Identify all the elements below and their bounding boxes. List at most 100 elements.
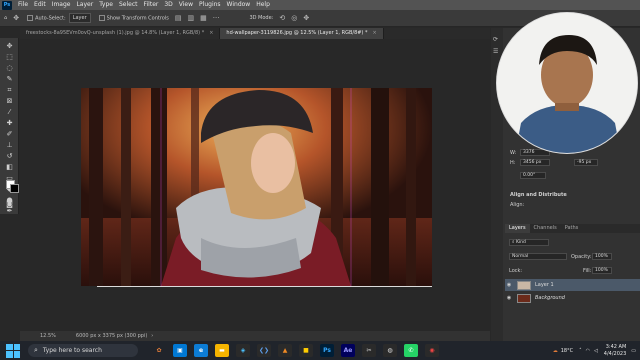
lasso-tool-icon[interactable]: ◌ [4,64,15,73]
layer-thumbnail [517,293,531,303]
vscode-icon[interactable]: ❮❯ [257,344,271,357]
kind-label: Kind [515,240,526,245]
layer-row[interactable]: ◉ Layer 1 [505,279,640,291]
more-options-icon[interactable]: ··· [213,14,220,22]
menu-view[interactable]: View [176,0,196,10]
menu-filter[interactable]: Filter [141,0,162,10]
tab-channels[interactable]: Channels [530,224,561,233]
background-color-swatch[interactable] [10,184,19,193]
type-tool-icon[interactable] [4,52,15,61]
chevron-right-icon[interactable]: › [151,333,153,339]
opacity-label: Opacity: [571,254,592,260]
orbit-3d-icon[interactable]: ◎ [291,14,297,22]
width-label: W: [510,150,517,156]
portrait-photo [81,88,432,286]
photoshop-logo-icon: Ps [2,0,12,10]
menu-3d[interactable]: 3D [161,0,175,10]
store-icon[interactable]: ◈ [236,344,250,357]
checkbox-box[interactable] [98,14,105,21]
blend-mode-dropdown[interactable]: Normal [509,253,567,260]
windows-start-icon[interactable] [6,343,20,358]
rotate-3d-icon[interactable]: ⟲ [279,14,285,22]
filter-kind-dropdown[interactable]: ⌕ Kind [509,239,549,246]
tray-chevron-icon[interactable]: ˄ [579,348,582,354]
eyedropper-icon[interactable]: ⁄ [4,108,15,117]
properties-icon[interactable]: ☰ [493,48,498,55]
y-field[interactable]: -95 px [574,159,598,166]
photoshop-icon[interactable]: Ps [320,344,334,357]
menu-type[interactable]: Type [96,0,116,10]
align-left-icon[interactable]: ▤ [175,14,182,22]
crop-tool-icon[interactable]: ⌗ [4,86,15,95]
tab-hd-wallpaper[interactable]: hd-wallpaper-3119826.jpg @ 12.5% (Layer … [220,28,384,39]
clone-stamp-icon[interactable]: ⊥ [4,141,15,150]
menu-file[interactable]: File [15,0,31,10]
webcam-overlay [496,12,638,154]
whatsapp-icon[interactable]: ✆ [404,344,418,357]
auto-select-checkbox[interactable]: Auto-Select: [27,14,66,21]
weather-icon[interactable]: ☁ [553,348,558,354]
screen-recorder-icon[interactable]: ◉ [425,344,439,357]
selection-edge [97,286,432,287]
task-view-icon[interactable]: ▣ [173,344,187,357]
move-tool-icon[interactable]: ✥ [4,42,15,51]
after-effects-icon[interactable]: Ae [341,344,355,357]
home-icon[interactable]: ⌂ [4,15,7,21]
fill-field[interactable]: 100% [592,267,612,274]
frame-tool-icon[interactable]: ⊠ [4,97,15,106]
auto-select-dropdown[interactable]: Layer [68,13,91,23]
tab-freestocks[interactable]: freestocks-8a95EVm0ovQ-unsplash (1).jpg … [20,28,221,39]
eraser-tool-icon[interactable]: ◧ [4,163,15,172]
layer-name[interactable]: Layer 1 [535,282,554,288]
menu-image[interactable]: Image [49,0,74,10]
checkbox-box[interactable] [27,14,34,21]
healing-brush-icon[interactable]: ✚ [4,119,15,128]
clock-time: 3:42 AM [605,343,627,350]
move-tool-icon[interactable]: ✥ [13,14,19,22]
zoom-level[interactable]: 12.5% [40,333,56,339]
align-right-icon[interactable]: ▦ [200,14,207,22]
explorer-folder-icon[interactable]: ■ [299,344,313,357]
document-dimensions: 6000 px x 3375 px (300 ppi) [75,333,148,339]
file-explorer-icon[interactable]: ▬ [215,344,229,357]
menu-layer[interactable]: Layer [73,0,96,10]
menu-edit[interactable]: Edit [31,0,49,10]
temperature[interactable]: 18°C [561,348,573,354]
layer-row[interactable]: ◉ Background [505,292,640,304]
angle-field[interactable]: 0.00° [520,172,546,179]
menu-window[interactable]: Window [224,0,254,10]
pan-3d-icon[interactable]: ✥ [303,14,309,22]
close-icon[interactable]: × [209,30,213,36]
menu-select[interactable]: Select [116,0,141,10]
align-center-icon[interactable]: ▥ [188,14,195,22]
brush-tool-icon[interactable]: ✐ [4,130,15,139]
history-icon[interactable]: ⟳ [493,36,498,43]
clock[interactable]: 3:42 AM 4/4/2023 [604,344,626,358]
capcut-icon[interactable]: ✂ [362,344,376,357]
taskbar-search[interactable]: ⌕ Type here to search [28,344,138,357]
transform-controls-label: Show Transform Controls [106,15,169,22]
layer-name[interactable]: Background [535,295,565,301]
vlc-icon[interactable]: ▲ [278,344,292,357]
visibility-eye-icon[interactable]: ◉ [505,282,513,288]
height-label: H: [510,160,516,166]
edge-icon[interactable]: e [194,344,208,357]
quick-mask-icon[interactable]: ◙ [4,200,15,209]
quick-select-icon[interactable]: ✎ [4,75,15,84]
app-icon[interactable]: ◍ [383,344,397,357]
document-image[interactable] [81,88,432,286]
transform-controls-checkbox[interactable]: Show Transform Controls [98,14,169,22]
wifi-icon[interactable]: ◠ [586,348,590,354]
history-brush-icon[interactable]: ↺ [4,152,15,161]
tab-layers[interactable]: Layers [505,224,530,233]
close-icon[interactable]: × [372,30,376,36]
notifications-icon[interactable]: ▭ [631,348,636,354]
volume-icon[interactable]: ◁ [594,348,598,354]
visibility-eye-icon[interactable]: ◉ [505,295,513,301]
menu-help[interactable]: Help [253,0,273,10]
height-field[interactable]: 3456 px [520,159,550,166]
tab-paths[interactable]: Paths [561,224,583,233]
widget-icon[interactable]: ✿ [152,344,166,357]
menu-plugins[interactable]: Plugins [196,0,224,10]
opacity-field[interactable]: 100% [592,253,612,260]
